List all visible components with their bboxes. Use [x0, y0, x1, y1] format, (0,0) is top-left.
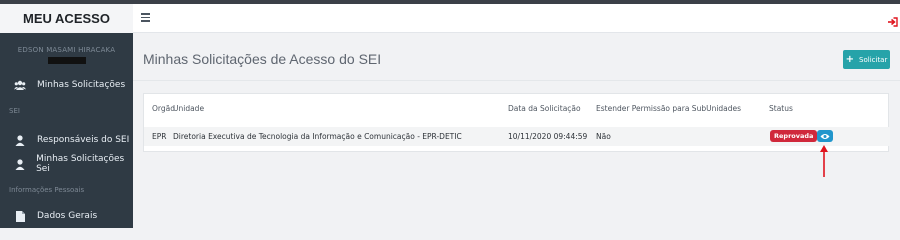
annotation-arrow-icon: [820, 145, 828, 177]
requests-table: Orgão Unidade Data da Solicitação Estend…: [143, 93, 890, 152]
sidebar-section-informacoes-pessoais: Informações Pessoais: [9, 186, 85, 194]
column-header-data: Data da Solicitação: [508, 104, 581, 113]
sidebar-section-sei: SEI: [9, 107, 20, 115]
sidebar-item-label: Minhas Solicitações Sei: [36, 154, 125, 174]
sidebar-item-label: Minhas Solicitações: [37, 80, 126, 90]
column-header-orgao: Orgão: [152, 104, 175, 113]
sidebar-item-label: Dados Gerais: [37, 211, 98, 221]
redacted-user-info: [47, 57, 86, 64]
sidebar-item-dados-gerais[interactable]: Dados Gerais: [0, 204, 133, 228]
sidebar: MEU ACESSO EDSON MASAMI HIRACAKA Minhas …: [0, 4, 133, 228]
page-header: Minhas Solicitações de Acesso do SEI + S…: [133, 37, 900, 81]
sidebar-item-responsaveis-sei[interactable]: Responsáveis do SEI: [0, 128, 133, 152]
sidebar-item-minhas-solicitacoes[interactable]: Minhas Solicitações: [0, 73, 133, 97]
user-name: EDSON MASAMI HIRACAKA: [17, 46, 116, 54]
cell-estender: Não: [596, 132, 611, 141]
user-icon: [14, 134, 26, 146]
file-icon: [14, 210, 26, 222]
table-row: EPR Diretoria Executiva de Tecnologia da…: [144, 127, 890, 146]
status-badge: Reprovada: [770, 130, 818, 142]
plus-icon: +: [845, 53, 855, 65]
top-navbar: [133, 4, 900, 33]
sign-out-icon[interactable]: [888, 12, 898, 31]
sidebar-item-minhas-solicitacoes-sei[interactable]: Minhas Solicitações Sei: [0, 152, 133, 176]
users-icon: [14, 79, 26, 91]
solicitar-button[interactable]: + Solicitar: [843, 50, 890, 69]
brand-logo[interactable]: MEU ACESSO: [0, 4, 133, 33]
column-header-status: Status: [769, 104, 793, 113]
cell-unidade: Diretoria Executiva de Tecnologia da Inf…: [173, 132, 462, 141]
column-header-unidade: Unidade: [173, 104, 205, 113]
user-icon: [14, 158, 25, 170]
page-title: Minhas Solicitações de Acesso do SEI: [143, 51, 382, 67]
view-details-button[interactable]: [817, 130, 833, 142]
hamburger-icon[interactable]: [141, 13, 150, 22]
solicitar-label: Solicitar: [859, 55, 888, 64]
column-header-estender: Estender Permissão para SubUnidades: [596, 104, 742, 113]
cell-data: 10/11/2020 09:44:59: [508, 132, 588, 141]
cell-orgao: EPR: [152, 132, 167, 141]
eye-icon: [820, 133, 830, 139]
sidebar-item-label: Responsáveis do SEI: [37, 135, 130, 145]
